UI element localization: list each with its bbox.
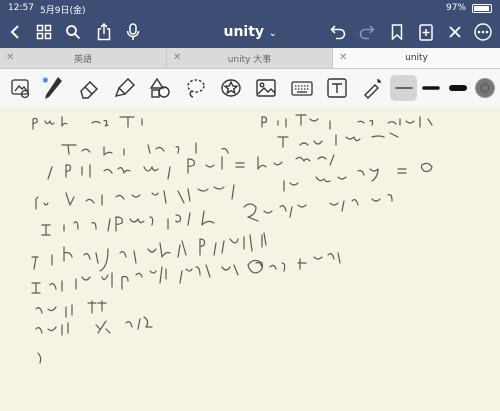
status-date: 5月9日(金) — [40, 6, 86, 16]
handwriting-strokes — [31, 114, 433, 364]
color-swatch-icon[interactable] — [472, 75, 498, 101]
shapes-tool-icon[interactable] — [147, 75, 173, 101]
stroke-medium-icon[interactable] — [418, 75, 444, 101]
eraser-tool-icon[interactable] — [76, 75, 102, 101]
status-bar: 12:57 5月9日(金) 97% — [0, 0, 500, 17]
tab-close-icon[interactable]: ✕ — [339, 52, 347, 63]
tab-close-icon[interactable]: ✕ — [173, 52, 181, 63]
tab-label: unity 大事 — [227, 54, 272, 65]
tab-label: 英語 — [73, 54, 92, 65]
image-tool-icon[interactable] — [253, 75, 279, 101]
lasso-tool-icon[interactable] — [183, 75, 209, 101]
close-icon[interactable] — [444, 21, 466, 43]
svg-text:✱: ✱ — [42, 76, 49, 85]
keyboard-tool-icon[interactable] — [289, 75, 315, 101]
stroke-thin-icon[interactable] — [391, 75, 417, 101]
sticker-tool-icon[interactable] — [218, 75, 244, 101]
tab-close-icon[interactable]: ✕ — [6, 52, 14, 63]
lasso-image-tool-icon[interactable] — [8, 75, 34, 101]
laser-pointer-tool-icon[interactable] — [359, 75, 385, 101]
battery-icon — [472, 4, 492, 13]
tab-unity[interactable]: ✕ unity — [333, 48, 500, 68]
status-time: 12:57 — [8, 3, 34, 13]
tab-label: unity — [405, 53, 428, 63]
document-tabs: ✕ 英語 ✕ unity 大事 ✕ unity — [0, 48, 500, 69]
tab-unity-important[interactable]: ✕ unity 大事 — [167, 48, 333, 68]
battery-percentage: 97% — [445, 3, 466, 13]
highlighter-tool-icon[interactable] — [112, 75, 138, 101]
stroke-thick-icon[interactable] — [445, 75, 471, 101]
pen-tool-icon[interactable]: ✱ — [40, 75, 66, 101]
undo-icon[interactable] — [327, 21, 349, 43]
tools-bar: ✱ — [0, 69, 500, 108]
more-icon[interactable] — [472, 21, 494, 43]
redo-icon[interactable] — [356, 21, 378, 43]
document-title-text: unity — [223, 24, 265, 40]
bookmark-icon[interactable] — [386, 21, 408, 43]
chevron-down-icon: ⌄ — [268, 29, 277, 39]
add-page-icon[interactable] — [415, 21, 437, 43]
note-canvas[interactable] — [0, 107, 500, 407]
text-tool-icon[interactable] — [324, 75, 350, 101]
tab-english[interactable]: ✕ 英語 — [0, 48, 167, 68]
top-toolbar: unity ⌄ — [0, 17, 500, 48]
